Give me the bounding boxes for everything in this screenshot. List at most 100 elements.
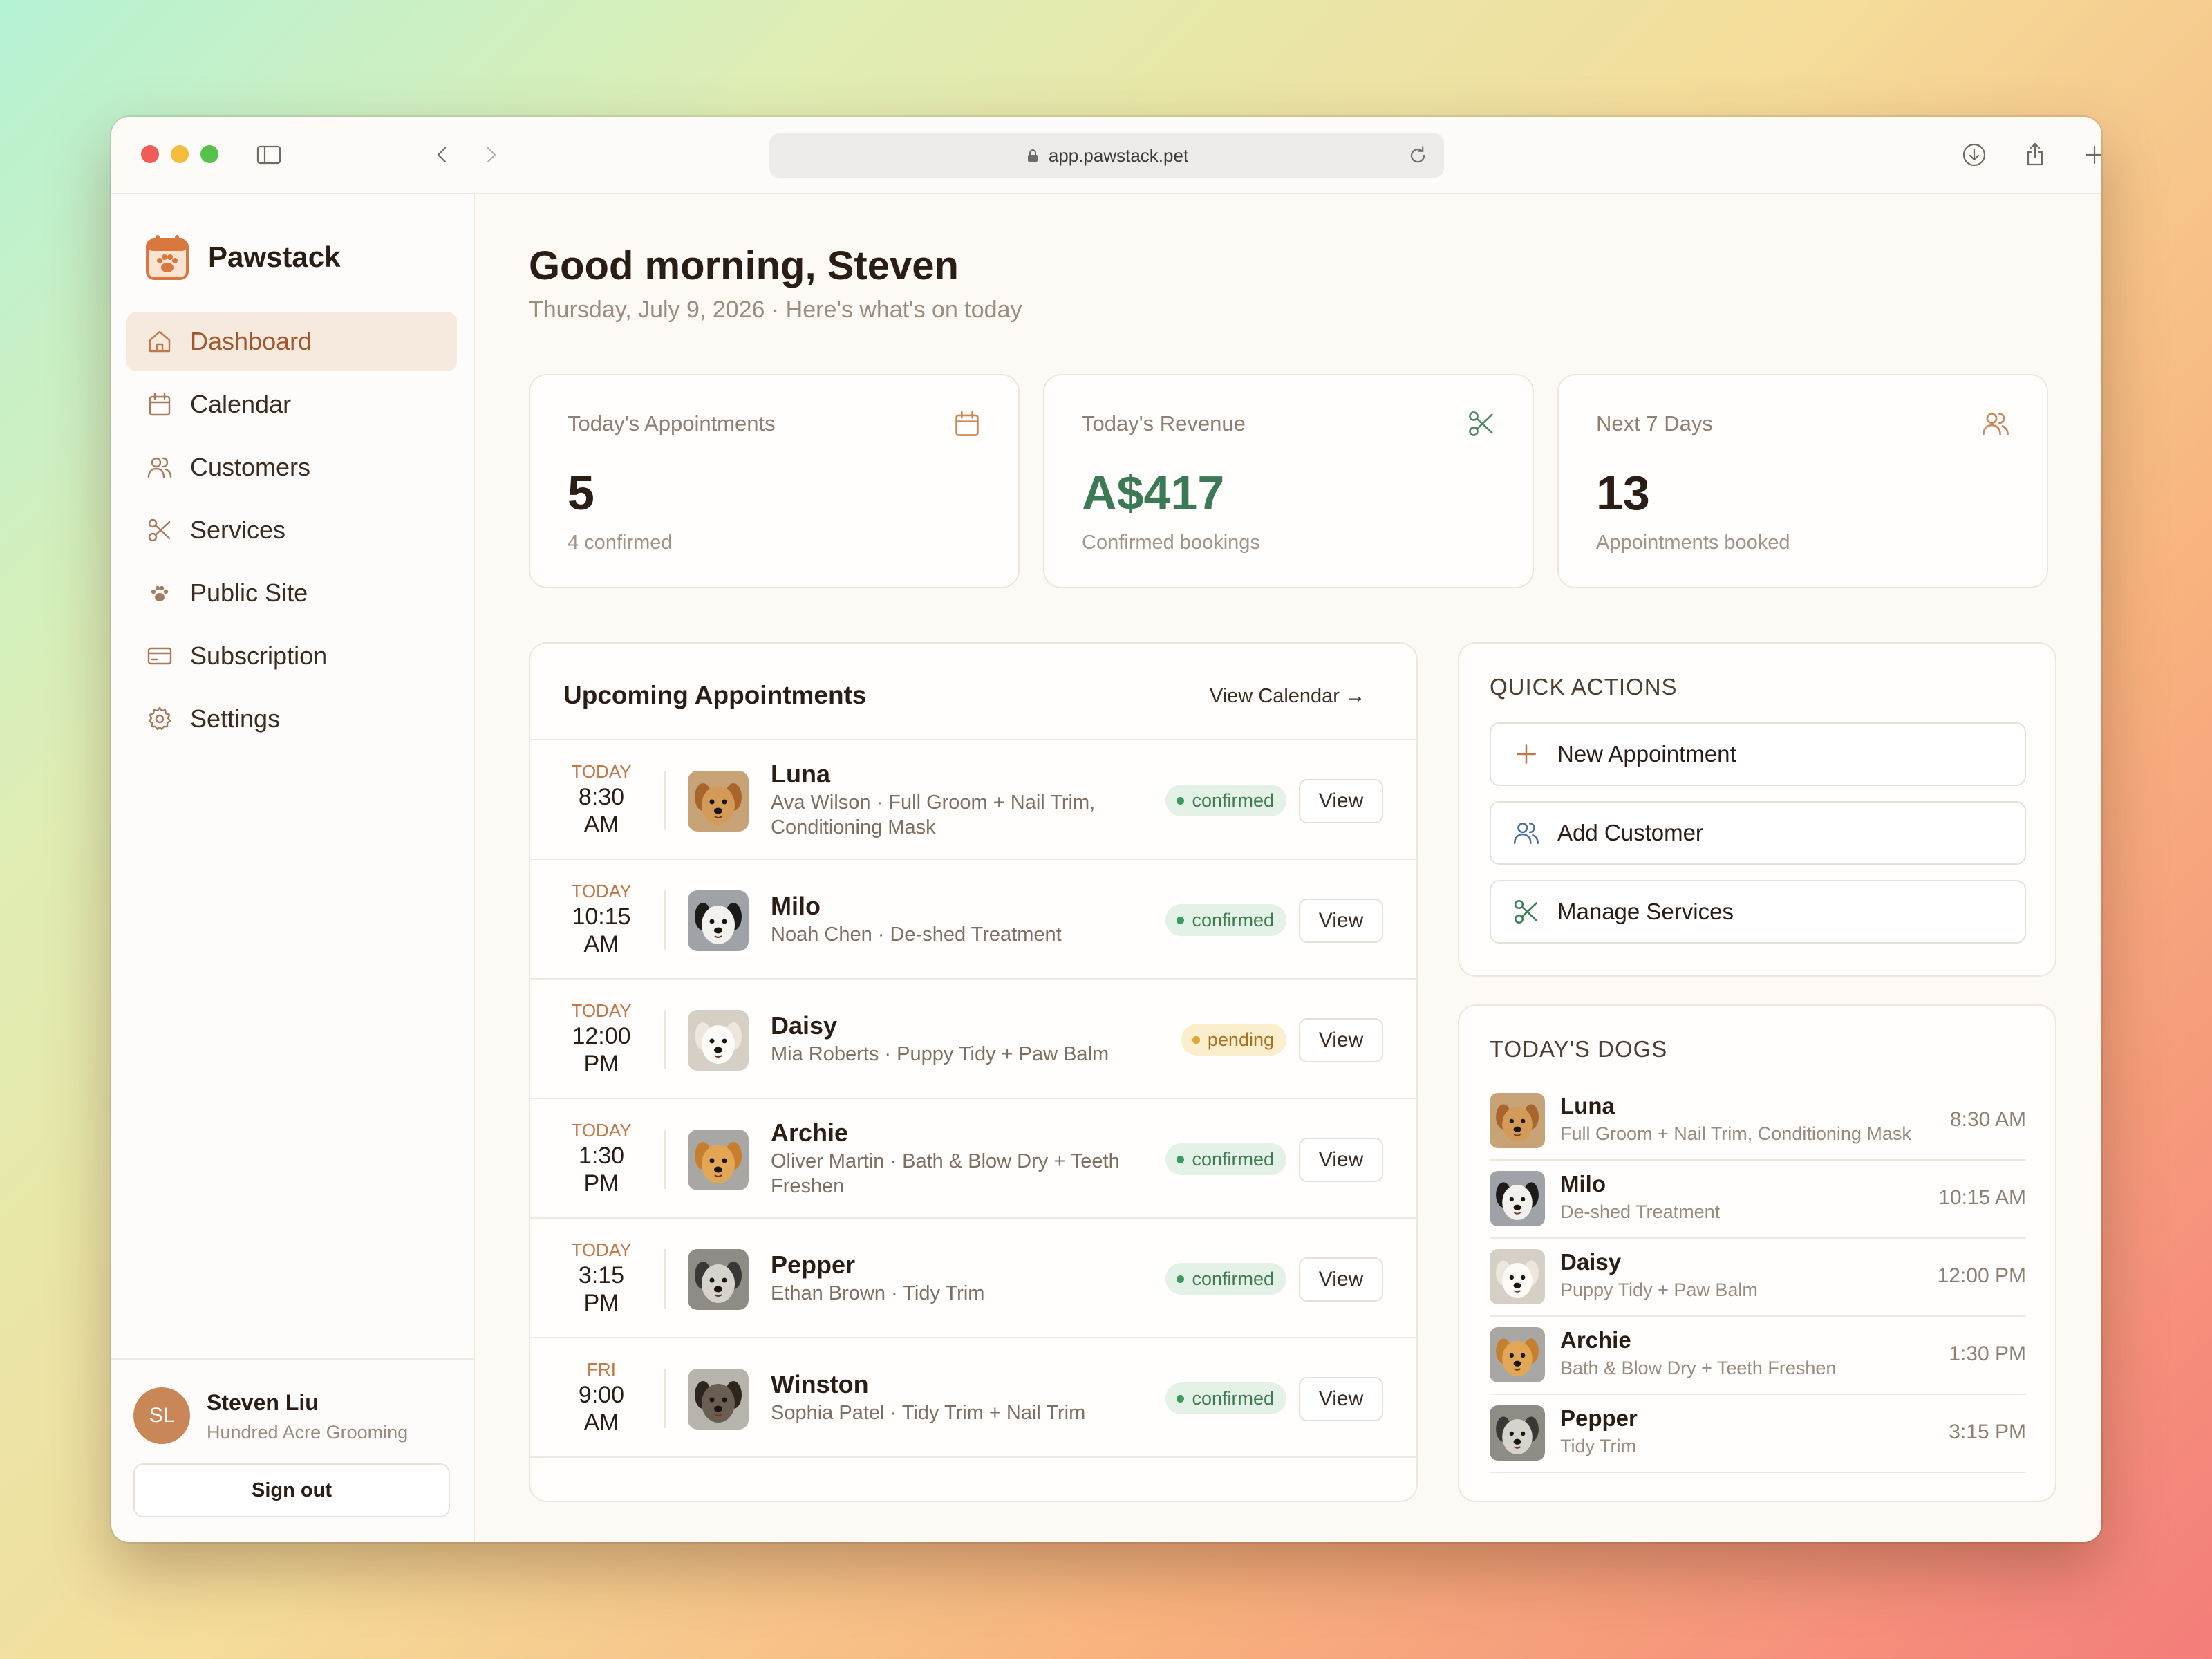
- new-appointment-button[interactable]: New Appointment: [1490, 722, 2026, 786]
- dog-photo: [688, 771, 749, 832]
- status-badge: confirmed: [1165, 1143, 1286, 1175]
- sidebar-item-label: Subscription: [190, 641, 328, 670]
- appointment-time-value: 10:15: [572, 903, 631, 930]
- button-label: Manage Services: [1557, 899, 1734, 924]
- sidebar-toggle-icon[interactable]: [253, 139, 285, 171]
- paw-icon: [151, 585, 169, 601]
- sidebar-item-services[interactable]: Services: [126, 500, 457, 560]
- dog-time: 8:30 AM: [1949, 1108, 2026, 1131]
- status-badge: confirmed: [1165, 1382, 1286, 1414]
- appointment-detail: Sophia Patel · Tidy Trim + Nail Trim: [771, 1402, 1086, 1424]
- sidebar-item-subscription[interactable]: Subscription: [126, 626, 457, 686]
- back-icon[interactable]: [427, 139, 458, 171]
- reload-icon[interactable]: [1405, 143, 1430, 168]
- view-appointment-button[interactable]: View: [1299, 1377, 1383, 1421]
- view-appointment-button[interactable]: View: [1299, 779, 1383, 823]
- dog-list-item[interactable]: Archie Bath & Blow Dry + Teeth Freshen 1:3…: [1490, 1318, 2026, 1395]
- dog-list-item[interactable]: Pepper Tidy Trim 3:15 PM: [1490, 1396, 2026, 1473]
- appointment-day: FRI: [587, 1359, 616, 1380]
- gear-icon: [148, 706, 171, 731]
- avatar[interactable]: SL: [133, 1387, 190, 1444]
- sidebar-item-public-site[interactable]: Public Site: [126, 563, 457, 623]
- dog-photo: [688, 1249, 749, 1310]
- brand[interactable]: Pawstack: [144, 233, 340, 281]
- appointment-row[interactable]: TODAY 8:30 AM Luna Ava Wilson · Full Groom +…: [530, 740, 1416, 860]
- add-customer-button[interactable]: Add Customer: [1490, 801, 2026, 865]
- minimize-window-button[interactable]: [171, 145, 189, 163]
- appointment-row[interactable]: TODAY 12:00 PM Daisy Mia Roberts · Puppy Tid…: [530, 980, 1416, 1099]
- sign-out-button[interactable]: Sign out: [133, 1463, 450, 1517]
- dog-photo: [1490, 1171, 1545, 1226]
- appointment-row[interactable]: FRI 9:00 AM Winston Sophia Patel · Tidy Trim…: [530, 1338, 1416, 1458]
- stat-label: Today's Appointments: [568, 411, 776, 435]
- upcoming-appointments-panel: Upcoming Appointments View Calendar → TO…: [529, 642, 1418, 1502]
- appointment-time: 10:15 AM: [530, 903, 673, 958]
- panel-title: TODAY'S DOGS: [1490, 1036, 1668, 1062]
- appointment-day: TODAY: [571, 881, 632, 901]
- dog-service: Bath & Blow Dry + Teeth Freshen: [1560, 1358, 1837, 1378]
- status-badge: confirmed: [1165, 904, 1286, 936]
- main-content: Good morning, Steven Thursday, July 9, 2…: [475, 194, 2101, 1542]
- address-bar[interactable]: app.pawstack.pet: [769, 133, 1444, 178]
- page-subtitle: Thursday, July 9, 2026 · Here's what's o…: [529, 297, 1022, 323]
- dog-list-item[interactable]: Luna Full Groom + Nail Trim, Conditioning…: [1490, 1083, 2026, 1161]
- stat-card-revenue: Today's Revenue A$417 Confirmed bookings: [1043, 374, 1534, 588]
- forward-icon[interactable]: [475, 139, 507, 171]
- view-appointment-button[interactable]: View: [1299, 1257, 1383, 1302]
- sidebar-item-dashboard[interactable]: Dashboard: [126, 312, 457, 371]
- zoom-window-button[interactable]: [200, 145, 218, 163]
- stat-value: A$417: [1082, 466, 1225, 520]
- dog-name: Winston: [771, 1370, 869, 1398]
- dog-name: Daisy: [771, 1011, 838, 1040]
- new-tab-icon[interactable]: [2079, 139, 2101, 171]
- sidebar-item-calendar[interactable]: Calendar: [126, 375, 457, 434]
- appointment-day: TODAY: [571, 1120, 632, 1141]
- stat-label: Next 7 Days: [1596, 411, 1713, 435]
- sidebar-item-customers[interactable]: Customers: [126, 438, 457, 497]
- divider: [664, 890, 666, 950]
- appointment-time: 1:30 PM: [530, 1142, 673, 1197]
- sidebar-item-label: Settings: [190, 704, 281, 733]
- user-org: Hundred Acre Grooming: [207, 1422, 409, 1443]
- manage-services-button[interactable]: Manage Services: [1490, 880, 2026, 944]
- stat-card-next-7-days: Next 7 Days 13 Appointments booked: [1557, 374, 2048, 588]
- appointment-row[interactable]: TODAY 3:15 PM Pepper Ethan Brown · Tidy Trim…: [530, 1219, 1416, 1338]
- view-appointment-button[interactable]: View: [1299, 1138, 1383, 1182]
- appointment-time: 3:15 PM: [530, 1262, 673, 1317]
- appointment-row[interactable]: TODAY 10:15 AM Milo Noah Chen · De-shed Trea…: [530, 860, 1416, 980]
- downloads-icon[interactable]: [1958, 139, 1990, 171]
- browser-toolbar: app.pawstack.pet: [111, 117, 2101, 194]
- users-icon: [1513, 823, 1539, 844]
- view-appointment-button[interactable]: View: [1299, 899, 1383, 943]
- stat-card-appointments: Today's Appointments 5 4 confirmed: [529, 374, 1020, 588]
- divider: [664, 1010, 666, 1069]
- share-icon[interactable]: [2019, 139, 2051, 171]
- pawstack-logo-icon: [146, 235, 189, 280]
- appointment-time-period: AM: [583, 1409, 619, 1436]
- todays-dogs-panel: TODAY'S DOGS Luna Full Groom + Nail Trim,…: [1458, 1004, 2056, 1502]
- appointment-detail: Noah Chen · De-shed Treatment: [771, 924, 1062, 946]
- appointment-time-value: 1:30: [578, 1143, 625, 1169]
- dog-time: 1:30 PM: [1949, 1342, 2026, 1365]
- sidebar-item-settings[interactable]: Settings: [126, 689, 457, 749]
- status-badge: pending: [1181, 1024, 1286, 1056]
- stat-value: 5: [568, 466, 594, 520]
- dog-name: Luna: [771, 760, 830, 788]
- user-name: Steven Liu: [207, 1390, 319, 1415]
- dog-photo: [1490, 1405, 1545, 1461]
- stat-label: Today's Revenue: [1082, 411, 1246, 435]
- sidebar-nav: Dashboard Calendar Customers Services Pu…: [126, 312, 457, 752]
- view-appointment-button[interactable]: View: [1299, 1018, 1383, 1062]
- panel-title: Upcoming Appointments: [563, 681, 867, 709]
- dog-list-item[interactable]: Daisy Puppy Tidy + Paw Balm 12:00 PM: [1490, 1239, 2026, 1317]
- stat-value: 13: [1596, 466, 1650, 520]
- appointment-time-value: 8:30: [578, 784, 625, 810]
- stat-sub: Appointments booked: [1596, 532, 1790, 554]
- appointment-row[interactable]: TODAY 1:30 PM Archie Oliver Martin · Bath & …: [530, 1099, 1416, 1219]
- appointment-time-period: AM: [583, 931, 619, 957]
- dog-list-item[interactable]: Milo De-shed Treatment 10:15 AM: [1490, 1161, 2026, 1239]
- close-window-button[interactable]: [141, 145, 159, 163]
- view-calendar-link[interactable]: View Calendar →: [1210, 685, 1365, 708]
- credit-card-icon: [147, 647, 172, 665]
- dog-photo: [688, 1369, 749, 1430]
